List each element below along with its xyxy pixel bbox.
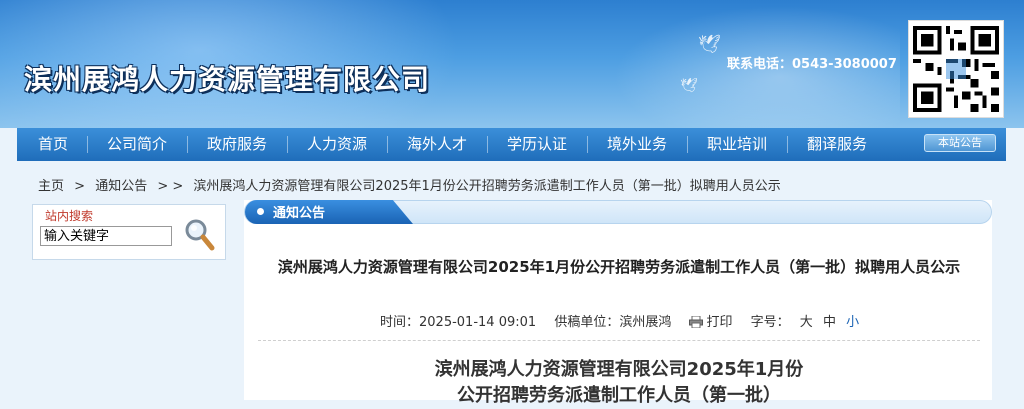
- breadcrumb-home[interactable]: 主页: [38, 179, 64, 194]
- breadcrumb-section[interactable]: 通知公告: [95, 179, 147, 194]
- nav-item-hr[interactable]: 人力资源: [297, 128, 377, 161]
- section-tab: 通知公告: [245, 200, 413, 224]
- site-notice-tab[interactable]: 本站公告: [924, 134, 996, 152]
- nav-divider: [487, 136, 488, 153]
- hotline-text: 联系电话：0543-3080007: [727, 57, 897, 72]
- section-header: 通知公告: [244, 200, 992, 224]
- nav-item-translation[interactable]: 翻译服务: [797, 128, 877, 161]
- print-button[interactable]: 打印: [689, 315, 736, 330]
- nav-item-about[interactable]: 公司简介: [97, 128, 177, 161]
- bullet-icon: [257, 208, 264, 215]
- nav-item-degree-cert[interactable]: 学历认证: [497, 128, 577, 161]
- font-size-label: 字号：: [750, 315, 790, 330]
- nav-divider: [187, 136, 188, 153]
- source-label: 供稿单位：: [554, 315, 620, 330]
- print-label: 打印: [706, 315, 733, 330]
- breadcrumb-current: 滨州展鸿人力资源管理有限公司2025年1月份公开招聘劳务派遣制工作人员（第一批）…: [193, 179, 781, 194]
- site-title: 滨州展鸿人力资源管理有限公司: [24, 63, 431, 96]
- font-size-large[interactable]: 大: [800, 315, 813, 330]
- nav-item-home[interactable]: 首页: [27, 128, 79, 161]
- nav-divider: [687, 136, 688, 153]
- breadcrumb-separator: >: [74, 179, 86, 194]
- article-meta: 时间：2025-01-14 09:01 供稿单位：滨州展鸿 打印 字号： 大 中…: [380, 311, 859, 330]
- qr-code: [908, 20, 1004, 118]
- site-search: 站内搜索 输入关键字: [32, 204, 226, 260]
- dove-icon: 🕊: [698, 34, 721, 55]
- nav-item-government[interactable]: 政府服务: [197, 128, 277, 161]
- source-value: 滨州展鸿: [619, 315, 672, 330]
- article-title: 滨州展鸿人力资源管理有限公司2025年1月份公开招聘劳务派遣制工作人员（第一批）…: [277, 258, 961, 276]
- nav-divider: [287, 136, 288, 153]
- nav-divider: [87, 136, 88, 153]
- time-label: 时间：: [380, 315, 420, 330]
- nav-divider: [387, 136, 388, 153]
- nav-divider: [787, 136, 788, 153]
- nav-item-overseas-talent[interactable]: 海外人才: [397, 128, 477, 161]
- breadcrumb-separator: > >: [157, 179, 184, 194]
- section-title: 通知公告: [273, 206, 326, 221]
- publish-time: 2025-01-14 09:01: [419, 315, 537, 330]
- divider: [258, 340, 980, 341]
- article-body-heading: 滨州展鸿人力资源管理有限公司2025年1月份 公开招聘劳务派遣制工作人员（第一批…: [258, 357, 980, 409]
- site-header: 🕊 🕊 滨州展鸿人力资源管理有限公司 联系电话：0543-3080007: [0, 0, 1024, 128]
- nav-divider: [587, 136, 588, 153]
- font-size-medium[interactable]: 中: [823, 315, 836, 330]
- qr-code-icon: [913, 26, 999, 112]
- breadcrumb: 主页 > 通知公告 > > 滨州展鸿人力资源管理有限公司2025年1月份公开招聘…: [38, 175, 787, 194]
- nav-item-training[interactable]: 职业培训: [697, 128, 777, 161]
- body-heading-line: 滨州展鸿人力资源管理有限公司2025年1月份: [434, 359, 804, 380]
- font-size-small[interactable]: 小: [846, 315, 859, 330]
- nav-item-overseas-business[interactable]: 境外业务: [597, 128, 677, 161]
- body-heading-line: 公开招聘劳务派遣制工作人员（第一批）: [457, 385, 781, 406]
- printer-icon: [689, 316, 704, 328]
- dove-icon: 🕊: [680, 78, 698, 94]
- main-nav: 首页 公司简介 政府服务 人力资源 海外人才 学历认证 境外业务 职业培训 翻译…: [17, 128, 1006, 161]
- search-label: 站内搜索: [45, 209, 94, 223]
- magnifier-icon[interactable]: [183, 217, 215, 253]
- search-input[interactable]: 输入关键字: [40, 226, 172, 246]
